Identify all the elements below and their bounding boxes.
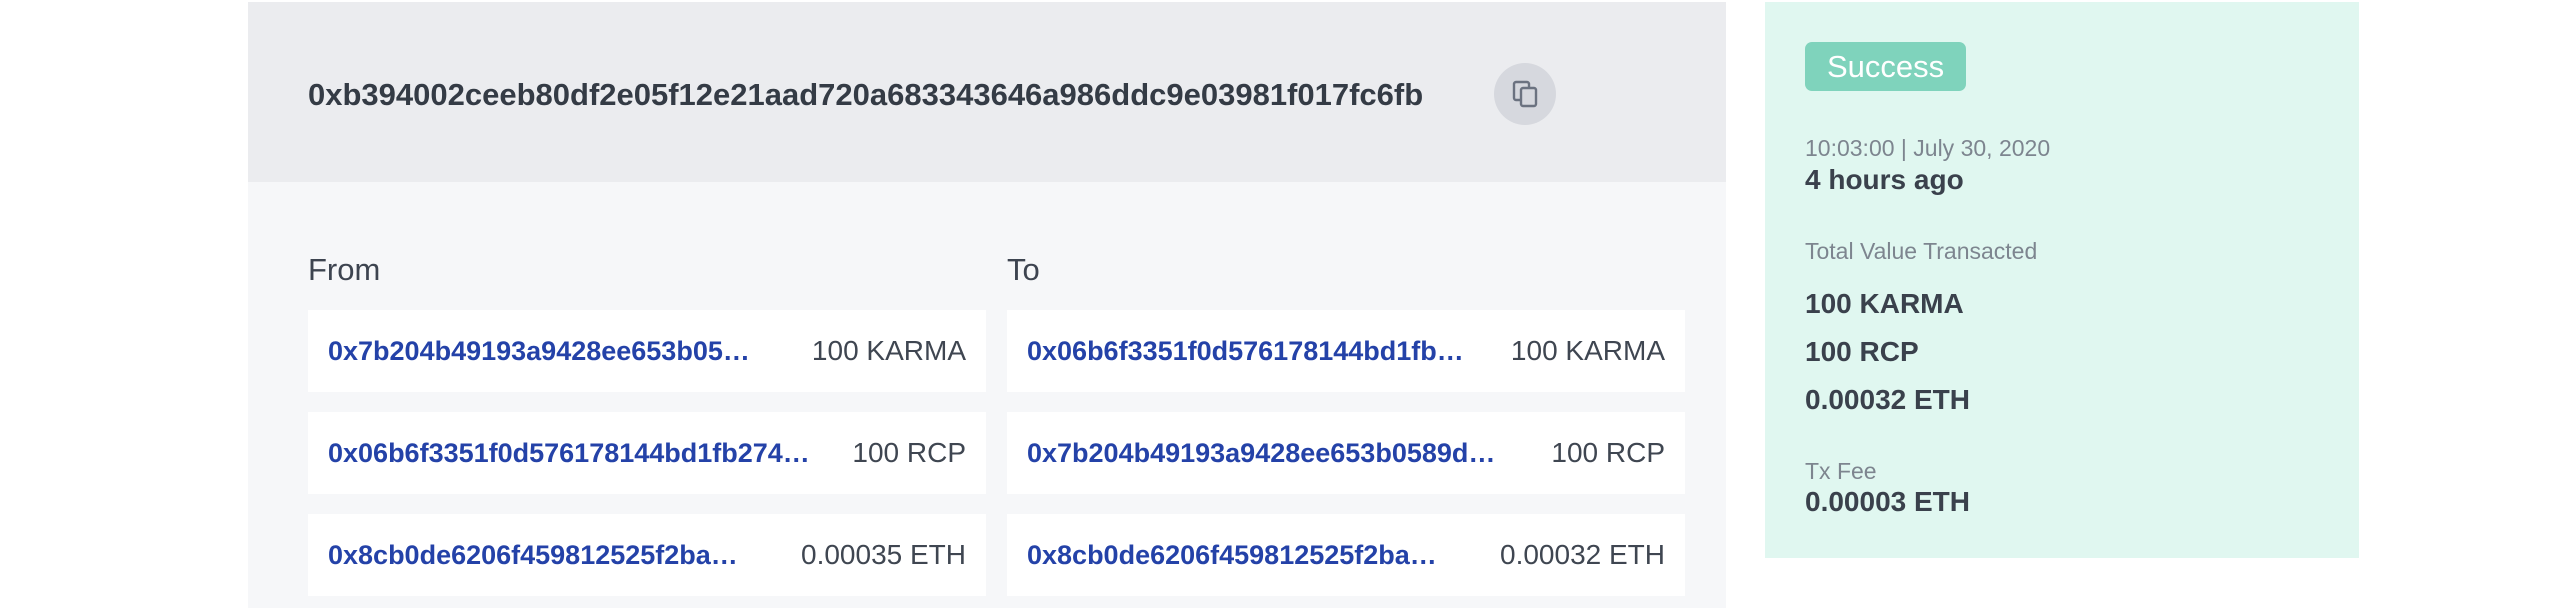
to-title: To — [1007, 252, 1040, 287]
from-row[interactable]: 0x06b6f3351f0d576178144bd1fb274… 100 RCP — [308, 412, 986, 494]
from-address-link[interactable]: 0x06b6f3351f0d576178144bd1fb274… — [328, 438, 810, 469]
from-amount: 100 KARMA — [811, 335, 966, 366]
tx-fee-value: 0.00003 ETH — [1805, 486, 1970, 517]
total-value-rcp: 100 RCP — [1805, 336, 1919, 367]
total-value-label: Total Value Transacted — [1805, 238, 2038, 264]
from-amount: 0.00035 ETH — [801, 539, 966, 570]
to-address-link[interactable]: 0x7b204b49193a9428ee653b0589d… — [1027, 438, 1495, 469]
timestamp: 10:03:00 | July 30, 2020 — [1805, 135, 2051, 161]
to-amount: 100 RCP — [1551, 437, 1665, 468]
transaction-hash-bar: 0xb394002ceeb80df2e05f12e21aad720a683343… — [248, 2, 1726, 182]
transaction-hash: 0xb394002ceeb80df2e05f12e21aad720a683343… — [308, 77, 1424, 112]
to-address-link[interactable]: 0x06b6f3351f0d576178144bd1fb… — [1027, 336, 1464, 367]
from-amount: 100 RCP — [852, 437, 966, 468]
from-address-link[interactable]: 0x7b204b49193a9428ee653b05… — [328, 336, 750, 367]
copy-hash-button[interactable] — [1494, 63, 1556, 125]
from-row[interactable]: 0x8cb0de6206f459812525f2ba… 0.00035 ETH — [308, 514, 986, 596]
to-amount: 0.00032 ETH — [1500, 539, 1665, 570]
to-amount: 100 KARMA — [1510, 335, 1665, 366]
transaction-panel: 0xb394002ceeb80df2e05f12e21aad720a683343… — [248, 2, 1726, 608]
status-badge: Success — [1805, 42, 1967, 91]
transaction-summary: Success 10:03:00 | July 30, 2020 4 hours… — [1765, 2, 2359, 558]
from-row[interactable]: 0x7b204b49193a9428ee653b05… 100 KARMA — [308, 310, 986, 392]
from-title: From — [308, 252, 381, 287]
relative-time: 4 hours ago — [1805, 164, 1964, 195]
to-row[interactable]: 0x06b6f3351f0d576178144bd1fb… 100 KARMA — [1007, 310, 1685, 392]
to-row[interactable]: 0x7b204b49193a9428ee653b0589d… 100 RCP — [1007, 412, 1685, 494]
to-address-link[interactable]: 0x8cb0de6206f459812525f2ba… — [1027, 540, 1437, 571]
total-value-eth: 0.00032 ETH — [1805, 384, 1970, 415]
to-row[interactable]: 0x8cb0de6206f459812525f2ba… 0.00032 ETH — [1007, 514, 1685, 596]
copy-icon — [1512, 80, 1538, 108]
tx-fee-label: Tx Fee — [1805, 458, 1877, 484]
total-value-karma: 100 KARMA — [1805, 288, 1964, 319]
from-address-link[interactable]: 0x8cb0de6206f459812525f2ba… — [328, 540, 738, 571]
